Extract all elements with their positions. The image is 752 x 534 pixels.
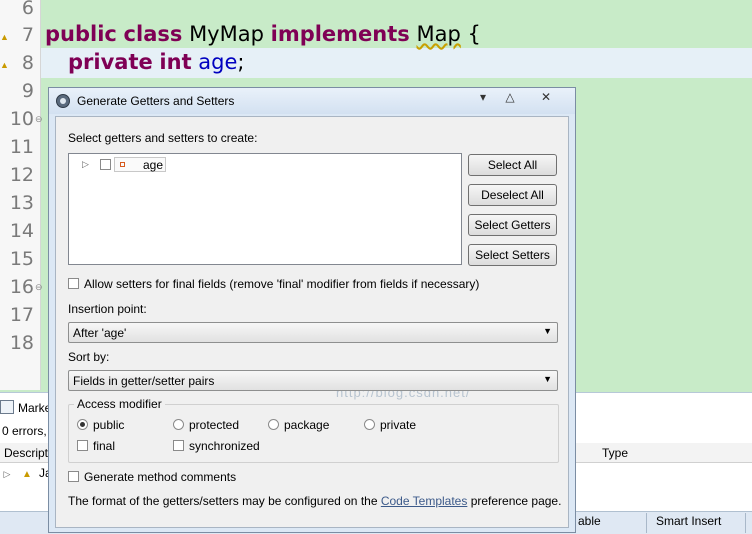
field-name: age <box>198 50 238 74</box>
generate-comments-label: Generate method comments <box>84 470 237 484</box>
eclipse-icon <box>56 94 70 108</box>
column-header-description[interactable]: Descripti <box>0 443 51 463</box>
line-number: 17 <box>9 304 34 326</box>
keyword: class <box>123 22 183 46</box>
fold-icon[interactable]: ⊖ <box>35 114 43 125</box>
dialog-content: Select getters and setters to create: ▷ … <box>55 116 569 528</box>
fields-tree[interactable]: ▷ age <box>68 153 462 265</box>
select-getters-button[interactable]: Select Getters <box>468 214 557 236</box>
insertion-point-label: Insertion point: <box>68 302 147 316</box>
synchronized-checkbox[interactable] <box>173 440 184 451</box>
dialog-title: Generate Getters and Setters <box>77 94 235 108</box>
expand-arrow-icon[interactable]: ▷ <box>0 469 14 480</box>
keyword: public <box>45 22 117 46</box>
minimize-icon[interactable]: ▾ <box>474 90 492 104</box>
code-line-8: private int age; <box>68 50 245 74</box>
synchronized-label: synchronized <box>189 439 260 453</box>
status-separator <box>745 513 746 533</box>
private-label: private <box>380 418 417 432</box>
select-setters-button[interactable]: Select Setters <box>468 244 557 266</box>
footer-text-before: The format of the getters/setters may be… <box>68 494 378 508</box>
protected-radio[interactable] <box>173 419 184 430</box>
package-radio[interactable] <box>268 419 279 430</box>
private-field-icon <box>120 162 125 167</box>
line-number: 15 <box>9 248 34 270</box>
field-checkbox-age[interactable] <box>100 159 111 170</box>
class-name: MyMap <box>189 22 264 46</box>
tree-item-age[interactable]: age <box>114 157 166 172</box>
final-label: final <box>93 439 116 453</box>
insertion-point-value: After 'age' <box>73 326 127 340</box>
deselect-all-button[interactable]: Deselect All <box>468 184 557 206</box>
line-number: 11 <box>9 136 34 158</box>
markers-tab[interactable]: Marke <box>0 400 51 415</box>
package-label: package <box>284 418 330 432</box>
insertion-point-select[interactable]: After 'age' ▼ <box>68 322 558 343</box>
markers-icon <box>0 400 14 414</box>
generate-comments-checkbox[interactable] <box>68 471 79 482</box>
tree-item-label: age <box>143 158 164 172</box>
chevron-down-icon: ▼ <box>543 326 552 336</box>
column-header-type[interactable]: Type <box>598 443 752 463</box>
maximize-icon[interactable]: △ <box>501 90 519 104</box>
status-writable: able <box>578 514 601 528</box>
status-insert-mode: Smart Insert <box>656 514 722 528</box>
fold-icon[interactable]: ⊖ <box>35 282 43 293</box>
line-number: 13 <box>9 192 34 214</box>
markers-tree-row[interactable]: ▷ ▲ Ja <box>0 466 52 480</box>
column-header-spacer <box>576 443 598 463</box>
footer-text-after: preference page. <box>470 494 562 508</box>
sort-by-label: Sort by: <box>68 350 110 364</box>
line-number: 12 <box>9 164 34 186</box>
line-number: 6 <box>21 0 34 19</box>
code-templates-link[interactable]: Code Templates <box>381 494 468 508</box>
markers-tab-label: Marke <box>18 401 52 415</box>
warning-icon[interactable]: ▲ <box>0 60 9 70</box>
line-number: 10 <box>9 108 34 130</box>
keyword: int <box>159 50 192 74</box>
brace: { <box>467 22 481 46</box>
final-checkbox[interactable] <box>77 440 88 451</box>
keyword: implements <box>270 22 410 46</box>
line-number: 16 <box>9 276 34 298</box>
chevron-down-icon: ▼ <box>543 374 552 384</box>
allow-final-setters-label: Allow setters for final fields (remove '… <box>84 277 480 291</box>
close-icon[interactable]: ✕ <box>537 90 555 104</box>
select-all-button[interactable]: Select All <box>468 154 557 176</box>
warning-icon: ▲ <box>22 469 32 480</box>
public-radio[interactable] <box>77 419 88 430</box>
warning-icon[interactable]: ▲ <box>0 32 9 42</box>
keyword: private <box>68 50 153 74</box>
allow-final-setters-checkbox[interactable] <box>68 278 79 289</box>
code-line-7: public class MyMap implements Map { <box>45 22 481 46</box>
interface-name: Map <box>416 22 461 46</box>
private-radio[interactable] <box>364 419 375 430</box>
select-label: Select getters and setters to create: <box>68 131 258 145</box>
generate-getters-setters-dialog: Generate Getters and Setters ▾ △ ✕ Selec… <box>48 87 576 533</box>
access-modifier-title: Access modifier <box>74 397 165 411</box>
dialog-titlebar[interactable]: Generate Getters and Setters ▾ △ ✕ <box>49 88 575 114</box>
semicolon: ; <box>237 50 245 74</box>
access-modifier-group <box>68 404 559 463</box>
line-number: 9 <box>21 80 34 102</box>
sort-by-select[interactable]: Fields in getter/setter pairs ▼ <box>68 370 558 391</box>
footer-text: The format of the getters/setters may be… <box>68 494 561 508</box>
protected-label: protected <box>189 418 240 432</box>
sort-by-value: Fields in getter/setter pairs <box>73 374 215 388</box>
status-separator <box>646 513 647 533</box>
line-number: 18 <box>9 332 34 354</box>
public-label: public <box>93 418 125 432</box>
line-number: 14 <box>9 220 34 242</box>
expand-arrow-icon[interactable]: ▷ <box>82 159 89 170</box>
